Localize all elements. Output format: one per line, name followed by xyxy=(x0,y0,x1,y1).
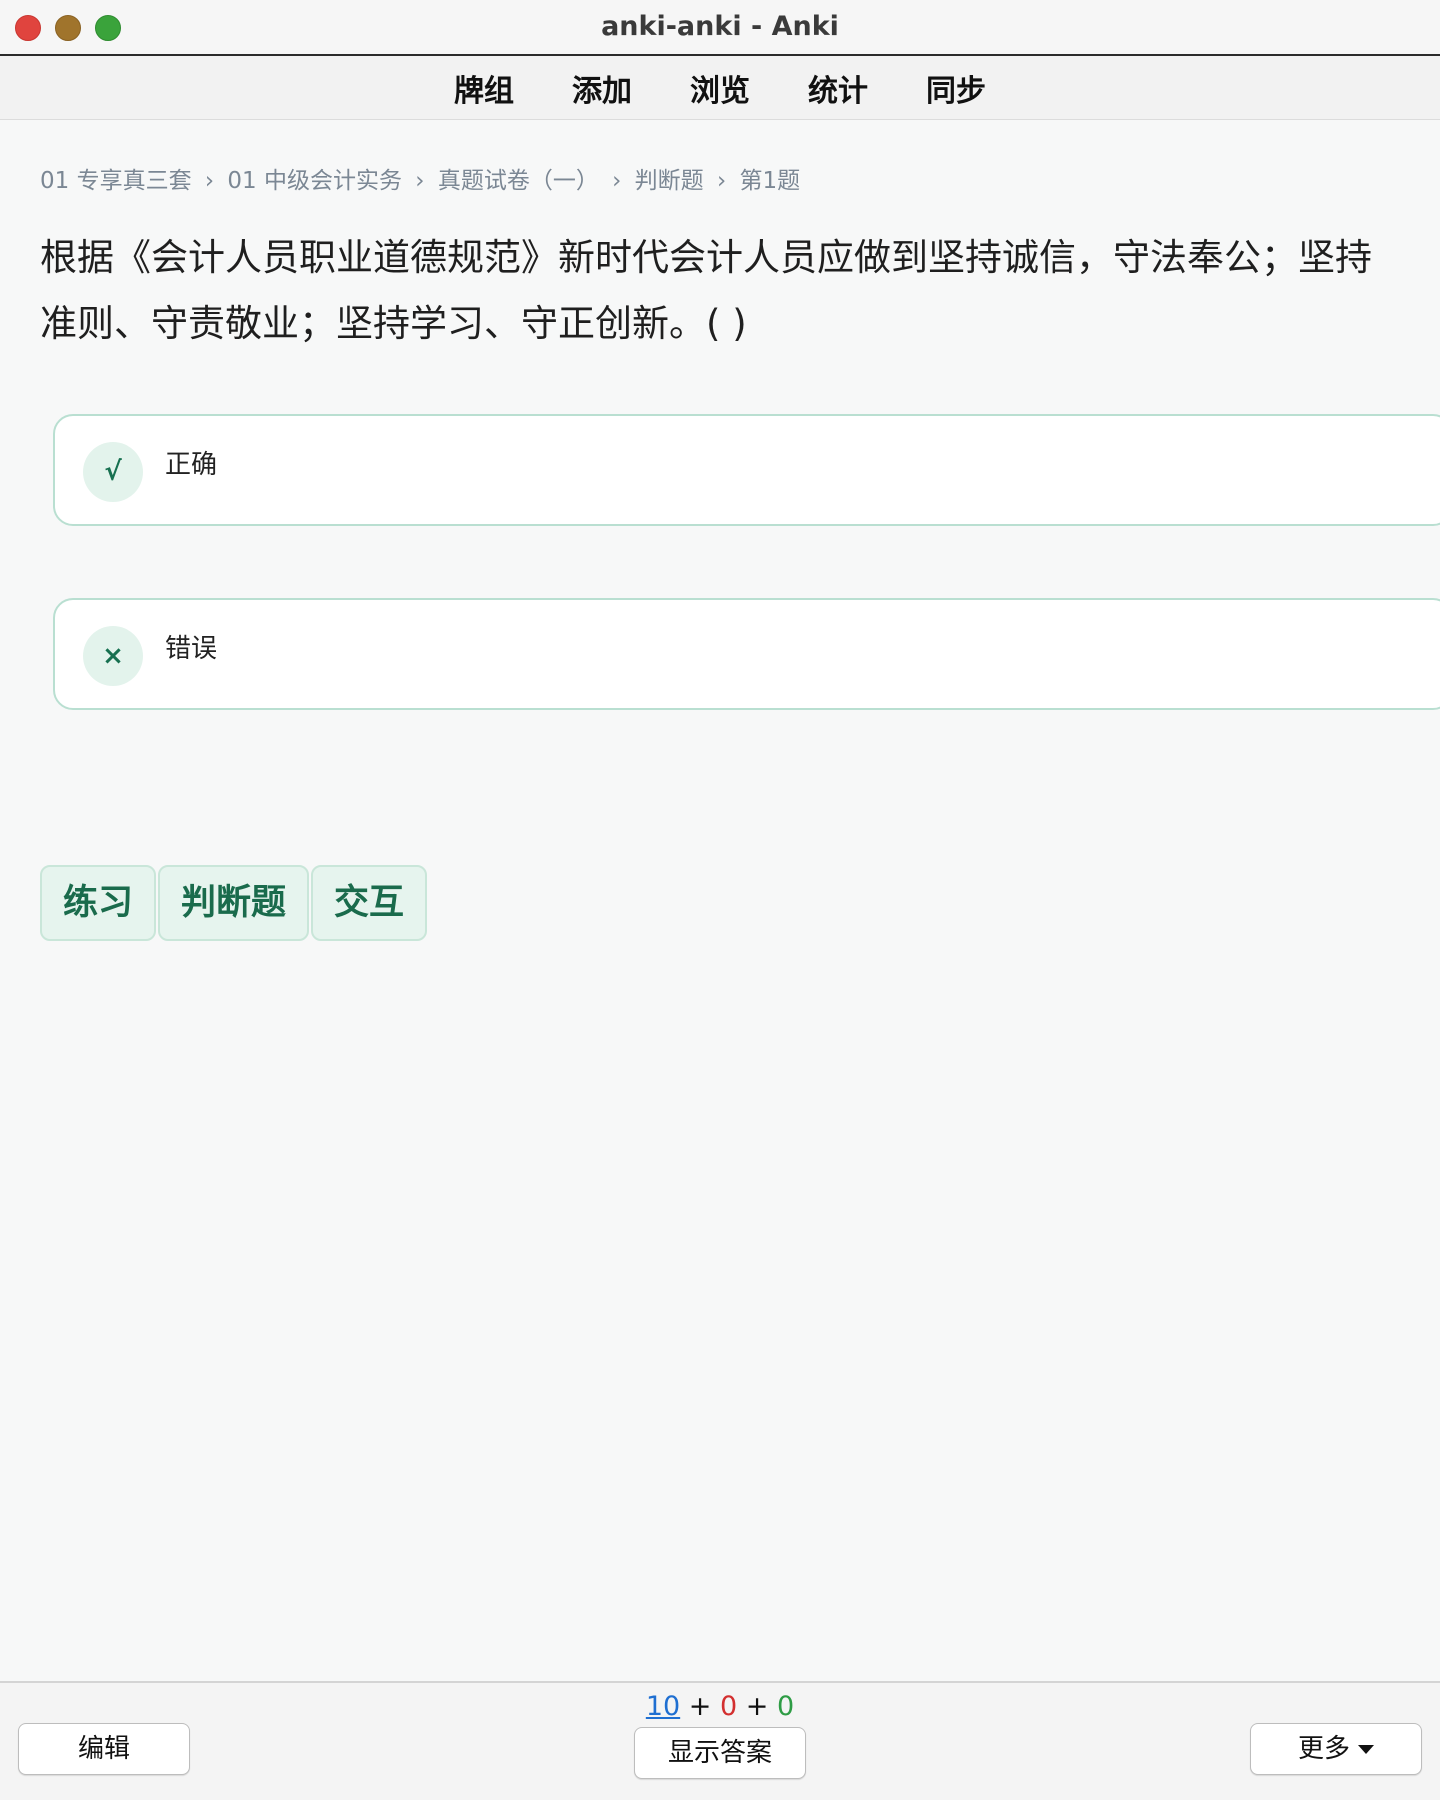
title-bar: anki-anki - Anki xyxy=(0,0,1440,56)
toolbar-sync[interactable]: 同步 xyxy=(897,66,1015,110)
learn-count: 0 xyxy=(719,1691,738,1722)
option-label: 正确 xyxy=(165,450,218,480)
tag-true-false[interactable]: 判断题 xyxy=(158,865,310,941)
toolbar-add[interactable]: 添加 xyxy=(543,66,661,110)
main-toolbar: 牌组 添加 浏览 统计 同步 xyxy=(0,56,1440,120)
toolbar-decks[interactable]: 牌组 xyxy=(425,66,543,110)
count-plus: + xyxy=(688,1691,712,1722)
review-count: 0 xyxy=(776,1691,795,1722)
show-answer-button[interactable]: 显示答案 xyxy=(634,1727,806,1779)
more-button[interactable]: 更多 xyxy=(1250,1723,1422,1775)
breadcrumb-separator: › xyxy=(612,168,622,194)
anki-window: anki-anki - Anki 牌组 添加 浏览 统计 同步 01 专享真三套… xyxy=(0,0,1440,1800)
option-label: 错误 xyxy=(165,634,218,664)
cross-icon: × xyxy=(83,626,143,686)
card-content: 01 专享真三套 › 01 中级会计实务 › 真题试卷（一） › 判断题 › 第… xyxy=(0,121,1440,1681)
caret-down-icon xyxy=(1358,1745,1374,1754)
review-counts: 10 + 0 + 0 xyxy=(0,1691,1440,1722)
edit-button[interactable]: 编辑 xyxy=(18,1723,190,1775)
toolbar-stats[interactable]: 统计 xyxy=(779,66,897,110)
tag-list: 练习 判断题 交互 xyxy=(40,865,428,941)
tag-practice[interactable]: 练习 xyxy=(40,865,157,941)
breadcrumb-item: 第1题 xyxy=(739,168,801,194)
more-label: 更多 xyxy=(1297,1734,1350,1764)
breadcrumb-item: 真题试卷（一） xyxy=(437,168,599,194)
check-icon: √ xyxy=(83,442,143,502)
breadcrumb-separator: › xyxy=(716,168,727,194)
bottom-bar: 10 + 0 + 0 编辑 显示答案 更多 xyxy=(0,1681,1440,1800)
breadcrumb-separator: › xyxy=(204,168,215,194)
new-count[interactable]: 10 xyxy=(646,1691,680,1722)
question-text: 根据《会计人员职业道德规范》新时代会计人员应做到坚持诚信，守法奉公；坚持准则、守… xyxy=(40,236,1372,345)
tag-interactive[interactable]: 交互 xyxy=(311,865,428,941)
count-plus: + xyxy=(745,1691,769,1722)
window-title: anki-anki - Anki xyxy=(601,11,839,42)
breadcrumb-item: 01 中级会计实务 xyxy=(227,168,402,194)
toolbar-browse[interactable]: 浏览 xyxy=(661,66,779,110)
option-correct[interactable]: √ 正确 xyxy=(53,414,1440,526)
breadcrumb-item: 01 专享真三套 xyxy=(40,168,192,194)
breadcrumb: 01 专享真三套 › 01 中级会计实务 › 真题试卷（一） › 判断题 › 第… xyxy=(40,161,800,195)
option-wrong[interactable]: × 错误 xyxy=(53,598,1440,710)
breadcrumb-separator: › xyxy=(415,168,425,194)
breadcrumb-item: 判断题 xyxy=(634,168,704,194)
